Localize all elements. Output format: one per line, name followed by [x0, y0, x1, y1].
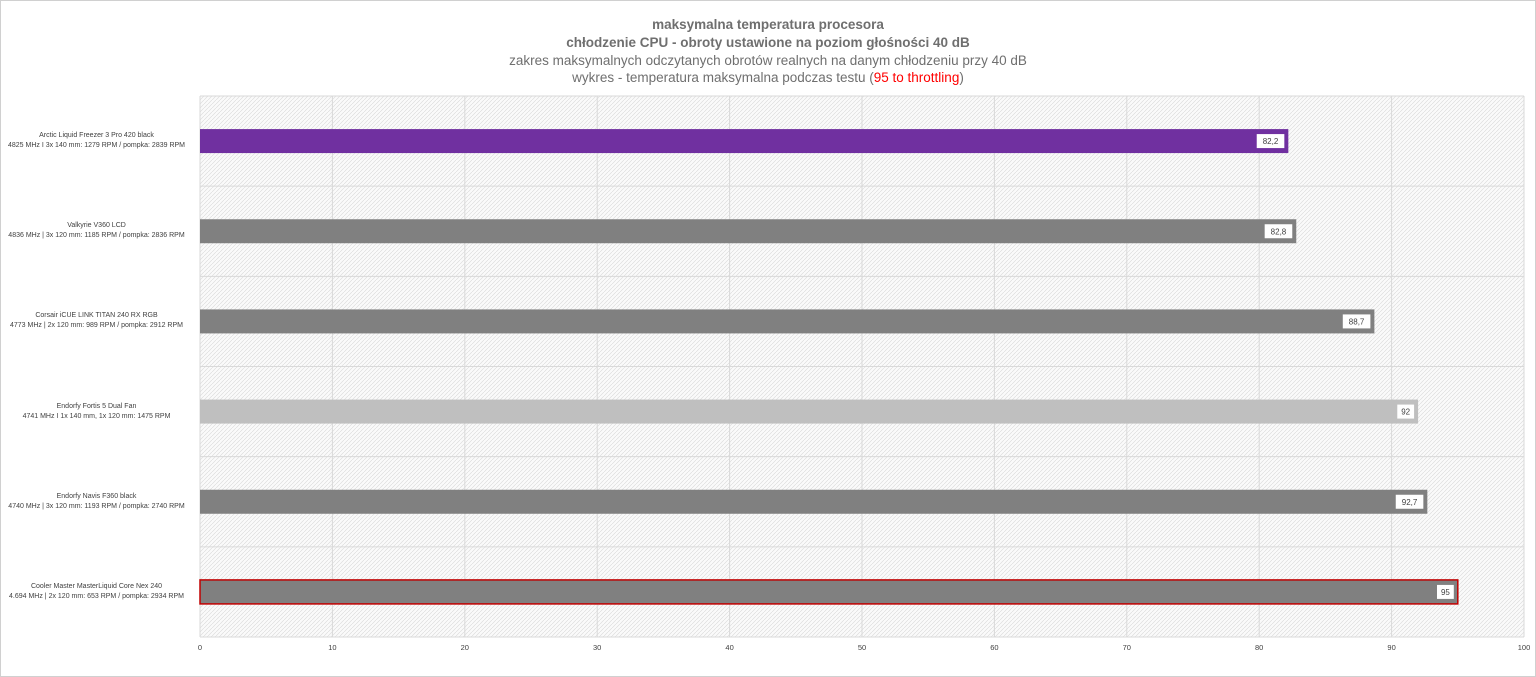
- data-label: 82,8: [1271, 227, 1287, 236]
- x-tick-label: 30: [593, 643, 601, 652]
- category-detail: 4836 MHz | 3x 120 mm: 1185 RPM / pompka:…: [8, 232, 185, 240]
- category-detail: 4741 MHz I 1x 140 mm, 1x 120 mm: 1475 RP…: [22, 412, 171, 420]
- x-tick-label: 20: [461, 643, 469, 652]
- x-tick-label: 10: [328, 643, 336, 652]
- x-tick-label: 60: [990, 643, 998, 652]
- x-tick-label: 90: [1387, 643, 1395, 652]
- category-label: Arctic Liquid Freezer 3 Pro 420 black 482…: [0, 131, 193, 151]
- category-label: Corsair iCUE LINK TITAN 240 RX RGB 4773 M…: [0, 311, 193, 331]
- x-tick-label: 0: [198, 643, 202, 652]
- x-tick-label: 40: [725, 643, 733, 652]
- bar: [200, 399, 1419, 424]
- data-label: 95: [1441, 588, 1450, 597]
- data-label: 92: [1401, 408, 1410, 417]
- x-tick-label: 100: [1518, 643, 1531, 652]
- category-name: Corsair iCUE LINK TITAN 240 RX RGB: [35, 312, 158, 320]
- category-label: Endorfy Fortis 5 Dual Fan 4741 MHz I 1x 1…: [0, 402, 193, 422]
- bar-chart: 82,2 82,8 88,7 92 92,7 95 0 10 20 30 40 50 60 70 80 90…: [198, 95, 1531, 652]
- category-label: Valkyrie V360 LCD 4836 MHz | 3x 120 mm: 1…: [0, 221, 193, 241]
- category-label: Endorfy Navis F360 black 4740 MHz | 3x 12…: [0, 492, 193, 512]
- x-tick-label: 70: [1123, 643, 1131, 652]
- x-tick-label: 80: [1255, 643, 1263, 652]
- x-tick-label: 50: [858, 643, 866, 652]
- bar: [199, 579, 1459, 605]
- category-label: Cooler Master MasterLiquid Core Nex 240 4…: [0, 582, 193, 602]
- data-label: 92,7: [1402, 498, 1418, 507]
- category-detail: 4773 MHz | 2x 120 mm: 989 RPM / pompka: …: [9, 322, 183, 330]
- category-detail: 4740 MHz | 3x 120 mm: 1193 RPM / pompka:…: [8, 502, 185, 510]
- category-name: Endorfy Fortis 5 Dual Fan: [56, 402, 137, 410]
- bar: [200, 309, 1375, 334]
- category-name: Valkyrie V360 LCD: [67, 222, 126, 230]
- data-label: 88,7: [1349, 317, 1365, 326]
- category-name: Endorfy Navis F360 black: [56, 492, 137, 500]
- bar: [200, 489, 1428, 514]
- data-label: 82,2: [1263, 137, 1279, 146]
- bar: [200, 219, 1297, 244]
- category-detail: 4825 MHz I 3x 140 mm: 1279 RPM / pompka:…: [7, 142, 186, 150]
- category-name: Cooler Master MasterLiquid Core Nex 240: [30, 582, 163, 590]
- category-detail: 4.694 MHz | 2x 120 mm: 653 RPM / pompka:…: [9, 592, 184, 600]
- bar: [200, 129, 1289, 154]
- category-name: Arctic Liquid Freezer 3 Pro 420 black: [39, 132, 154, 140]
